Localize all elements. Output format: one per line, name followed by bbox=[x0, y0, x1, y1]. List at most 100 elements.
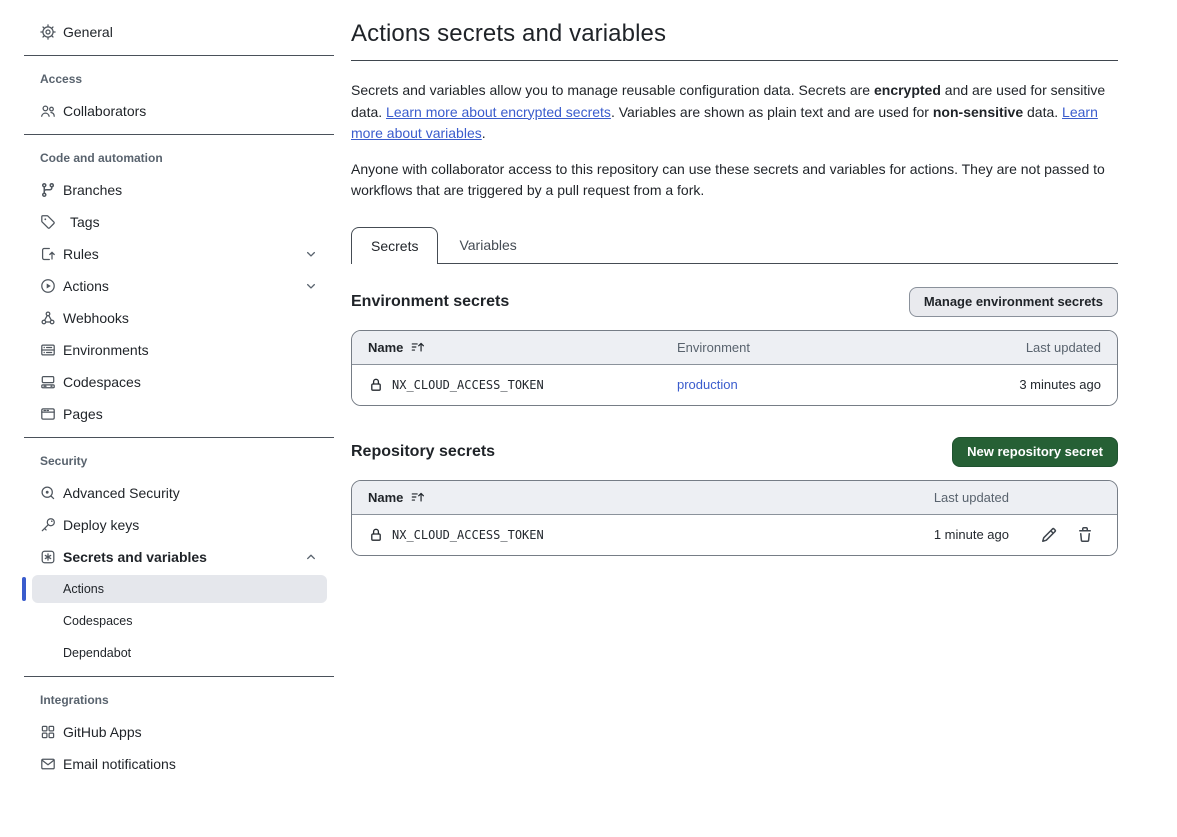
secret-name: NX_CLOUD_ACCESS_TOKEN bbox=[392, 528, 544, 542]
sidebar-item-advanced-security[interactable]: Advanced Security bbox=[24, 477, 334, 509]
page-title: Actions secrets and variables bbox=[351, 20, 1118, 48]
row-actions-cell bbox=[1009, 527, 1117, 543]
codescan-icon bbox=[40, 485, 56, 501]
sidebar-divider bbox=[24, 134, 334, 135]
play-icon bbox=[40, 278, 56, 294]
sidebar-item-label: Deploy keys bbox=[63, 517, 139, 533]
sidebar-subitem-label[interactable]: Codespaces bbox=[32, 607, 327, 635]
delete-secret-button[interactable] bbox=[1077, 527, 1093, 543]
gear-icon bbox=[40, 24, 56, 40]
sidebar-divider bbox=[24, 55, 334, 56]
note-paragraph: Anyone with collaborator access to this … bbox=[351, 159, 1118, 202]
environment-cell: production bbox=[677, 377, 917, 392]
secret-name-cell: NX_CLOUD_ACCESS_TOKEN bbox=[352, 377, 677, 393]
sidebar-item-webhooks[interactable]: Webhooks bbox=[24, 302, 334, 334]
sidebar-item-deploy-keys[interactable]: Deploy keys bbox=[24, 509, 334, 541]
server-icon bbox=[40, 342, 56, 358]
column-header-last-updated: Last updated bbox=[859, 490, 1009, 505]
sidebar-subitem-dependabot[interactable]: Dependabot bbox=[24, 637, 334, 669]
manage-environment-secrets-button[interactable]: Manage environment secrets bbox=[909, 287, 1118, 317]
sidebar-item-label: General bbox=[63, 24, 113, 40]
table-row: NX_CLOUD_ACCESS_TOKEN 1 minute ago bbox=[352, 515, 1117, 555]
column-header-name[interactable]: Name bbox=[352, 340, 677, 355]
sidebar-item-label: Collaborators bbox=[63, 103, 146, 119]
chevron-up-icon bbox=[304, 550, 318, 564]
secrets-variables-tabs: Secrets Variables bbox=[351, 226, 1118, 264]
sidebar-item-label: GitHub Apps bbox=[63, 724, 142, 740]
sidebar-section-access: Access bbox=[24, 72, 334, 86]
inline-link[interactable]: Learn more about encrypted secrets bbox=[386, 104, 611, 120]
key-icon bbox=[40, 517, 56, 533]
settings-sidebar: General Access Collaborators Code and au… bbox=[24, 0, 334, 780]
sidebar-item-label: Codespaces bbox=[63, 374, 141, 390]
sidebar-item-email-notifications[interactable]: Email notifications bbox=[24, 748, 334, 780]
sort-asc-icon[interactable] bbox=[411, 340, 425, 354]
secret-name-cell: NX_CLOUD_ACCESS_TOKEN bbox=[352, 527, 859, 543]
sidebar-subitem-label[interactable]: Dependabot bbox=[32, 639, 327, 667]
sidebar-item-secrets-and-variables[interactable]: Secrets and variables bbox=[24, 541, 334, 573]
sidebar-subitem-label[interactable]: Actions bbox=[32, 575, 327, 603]
table-header-row: Name Environment Last updated bbox=[352, 331, 1117, 365]
secret-icon bbox=[40, 549, 56, 565]
sidebar-item-label: Tags bbox=[70, 214, 100, 230]
column-header-last-updated: Last updated bbox=[917, 340, 1117, 355]
chevron-down-icon bbox=[304, 279, 318, 293]
sidebar-item-actions[interactable]: Actions bbox=[24, 270, 334, 302]
lock-icon bbox=[368, 527, 384, 543]
people-icon bbox=[40, 103, 56, 119]
column-header-label: Name bbox=[368, 340, 403, 355]
browser-icon bbox=[40, 406, 56, 422]
intro-paragraph: Secrets and variables allow you to manag… bbox=[351, 80, 1118, 145]
repository-secrets-heading: Repository secrets bbox=[351, 443, 495, 461]
sidebar-item-label: Secrets and variables bbox=[63, 549, 207, 565]
environment-secrets-header: Environment secrets Manage environment s… bbox=[351, 286, 1118, 318]
mail-icon bbox=[40, 756, 56, 772]
sidebar-item-collaborators[interactable]: Collaborators bbox=[24, 95, 334, 127]
column-header-name[interactable]: Name bbox=[352, 490, 859, 505]
rules-icon bbox=[40, 246, 56, 262]
chevron-down-icon bbox=[304, 247, 318, 261]
sidebar-item-general[interactable]: General bbox=[24, 16, 334, 48]
table-header-row: Name Last updated bbox=[352, 481, 1117, 515]
sidebar-item-label: Email notifications bbox=[63, 756, 176, 772]
column-header-environment: Environment bbox=[677, 340, 917, 355]
sidebar-item-label: Webhooks bbox=[63, 310, 129, 326]
sidebar-item-rules[interactable]: Rules bbox=[24, 238, 334, 270]
sidebar-item-label: Rules bbox=[63, 246, 99, 262]
main-content: Actions secrets and variables Secrets an… bbox=[351, 0, 1118, 556]
column-header-label: Name bbox=[368, 490, 403, 505]
sidebar-item-tags[interactable]: Tags bbox=[24, 206, 334, 238]
new-repository-secret-button[interactable]: New repository secret bbox=[952, 437, 1118, 467]
tab-secrets[interactable]: Secrets bbox=[351, 227, 438, 264]
trash-icon bbox=[1077, 527, 1093, 543]
tab-variables[interactable]: Variables bbox=[438, 227, 537, 263]
sidebar-item-branches[interactable]: Branches bbox=[24, 174, 334, 206]
sidebar-item-environments[interactable]: Environments bbox=[24, 334, 334, 366]
repository-secrets-table: Name Last updated NX_CLOUD_ACCESS_TOKEN … bbox=[351, 480, 1118, 556]
apps-icon bbox=[40, 724, 56, 740]
sidebar-subitem-codespaces[interactable]: Codespaces bbox=[24, 605, 334, 637]
tag-icon bbox=[40, 214, 56, 230]
pencil-icon bbox=[1041, 527, 1057, 543]
sidebar-section-security: Security bbox=[24, 454, 334, 468]
sidebar-divider bbox=[24, 437, 334, 438]
lock-icon bbox=[368, 377, 384, 393]
table-row: NX_CLOUD_ACCESS_TOKEN production 3 minut… bbox=[352, 365, 1117, 405]
webhook-icon bbox=[40, 310, 56, 326]
repository-secrets-header: Repository secrets New repository secret bbox=[351, 436, 1118, 468]
sidebar-item-label: Actions bbox=[63, 278, 109, 294]
codespaces-icon bbox=[40, 374, 56, 390]
sidebar-subitem-actions[interactable]: Actions bbox=[24, 573, 334, 605]
last-updated-cell: 3 minutes ago bbox=[917, 377, 1117, 392]
sidebar-section-code: Code and automation bbox=[24, 151, 334, 165]
sidebar-item-pages[interactable]: Pages bbox=[24, 398, 334, 430]
sidebar-item-label: Advanced Security bbox=[63, 485, 180, 501]
edit-secret-button[interactable] bbox=[1041, 527, 1057, 543]
sidebar-item-github-apps[interactable]: GitHub Apps bbox=[24, 716, 334, 748]
environment-secrets-heading: Environment secrets bbox=[351, 293, 509, 311]
sidebar-item-codespaces[interactable]: Codespaces bbox=[24, 366, 334, 398]
secret-name: NX_CLOUD_ACCESS_TOKEN bbox=[392, 378, 544, 392]
sort-asc-icon[interactable] bbox=[411, 490, 425, 504]
sidebar-divider bbox=[24, 676, 334, 677]
environment-link[interactable]: production bbox=[677, 377, 738, 392]
